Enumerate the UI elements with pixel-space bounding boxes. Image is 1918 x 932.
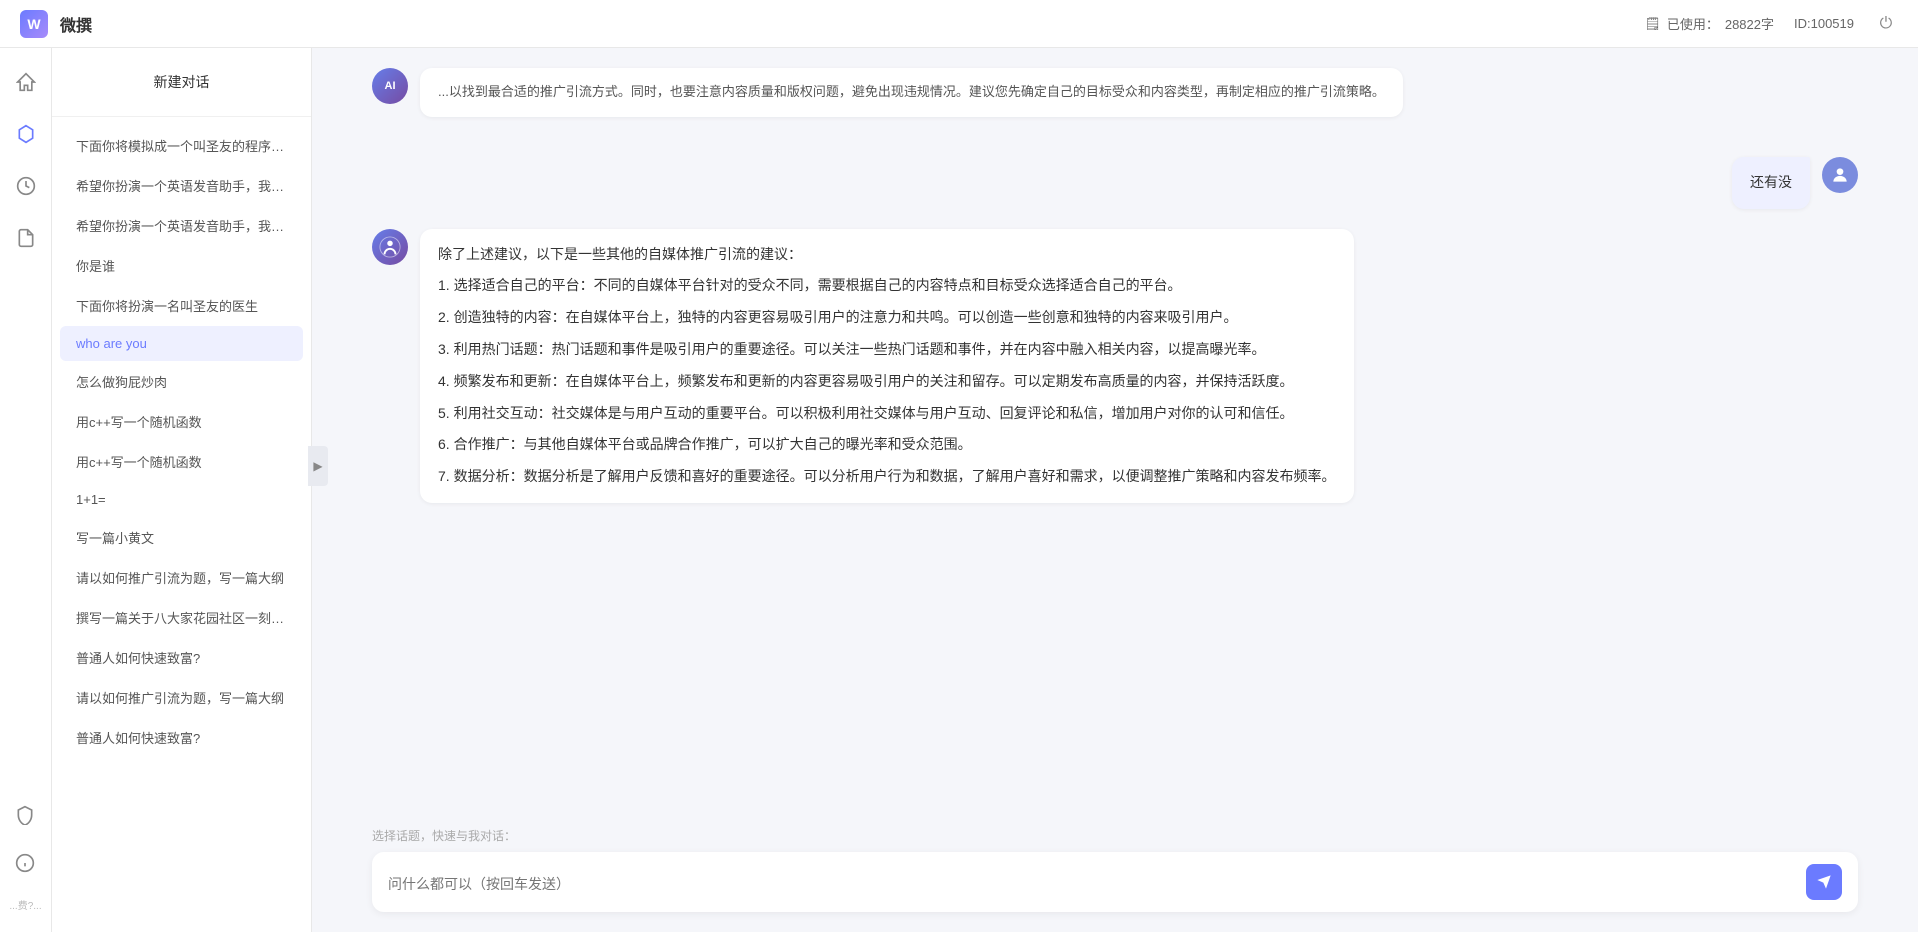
sidebar-icon-shield[interactable] [7, 797, 43, 833]
topbar-left: W 微撰 [20, 10, 92, 38]
ai-message-row-0: 除了上述建议，以下是一些其他的自媒体推广引流的建议： 1. 选择适合自己的平台：… [372, 229, 1858, 503]
chat-input-field[interactable] [388, 874, 1796, 890]
icon-sidebar-bottom: ...费?... [7, 797, 43, 916]
conv-item-10[interactable]: 写一篇小黄文 [60, 518, 303, 557]
conv-item-8[interactable]: 用c++写一个随机函数 [60, 442, 303, 481]
sidebar-icon-document[interactable] [8, 220, 44, 256]
conv-item-11[interactable]: 请以如何推广引流为题，写一篇大纲 [60, 558, 303, 597]
sidebar-footer-text: ...费?... [7, 893, 43, 916]
chat-area: AI ...以找到最合适的推广引流方式。同时，也要注意内容质量和版权问题，避免出… [312, 48, 1918, 932]
conv-item-1[interactable]: 希望你扮演一个英语发音助手，我提供给你... [60, 166, 303, 205]
conv-item-6[interactable]: 怎么做狗屁炒肉 [60, 362, 303, 401]
chat-input-area: 选择话题，快速与我对话： [312, 815, 1918, 932]
conv-item-12[interactable]: 撰写一篇关于八大家花园社区一刻钟便民生... [60, 598, 303, 637]
send-button[interactable] [1806, 864, 1842, 900]
ai-message-content-0: 除了上述建议，以下是一些其他的自媒体推广引流的建议： 1. 选择适合自己的平台：… [420, 229, 1354, 503]
app-logo: W [20, 10, 48, 38]
conversation-list: 下面你将模拟成一个叫圣友的程序员，我说... 希望你扮演一个英语发音助手，我提供… [52, 117, 311, 932]
new-conversation-button[interactable]: 新建对话 [68, 64, 295, 100]
ai-avatar-0 [372, 229, 408, 265]
conv-item-14[interactable]: 请以如何推广引流为题，写一篇大纲 [60, 678, 303, 717]
sidebar-icon-home[interactable] [8, 64, 44, 100]
conv-item-5[interactable]: who are you [60, 326, 303, 361]
ai-avatar-partial: AI [372, 68, 408, 104]
sidebar-collapse-button[interactable]: ▶ [308, 446, 328, 486]
conv-item-2[interactable]: 希望你扮演一个英语发音助手，我提供给你... [60, 206, 303, 245]
topbar: W 微撰 🗒 已使用： 28822字 ID:100519 ⏻ [0, 0, 1918, 48]
user-message-content-0: 还有没 [1732, 157, 1810, 209]
conv-item-15[interactable]: 普通人如何快速致富? [60, 718, 303, 757]
conv-item-3[interactable]: 你是谁 [60, 246, 303, 285]
logo-text: W [27, 16, 40, 32]
icon-sidebar: ...费?... [0, 48, 52, 932]
partial-message-content: ...以找到最合适的推广引流方式。同时，也要注意内容质量和版权问题，避免出现违规… [420, 68, 1403, 117]
user-avatar-0 [1822, 157, 1858, 193]
app-title: 微撰 [60, 12, 92, 36]
usage-icon: 🗒 [1644, 16, 1661, 32]
conv-item-9[interactable]: 1+1= [60, 482, 303, 517]
power-button[interactable]: ⏻ [1874, 12, 1898, 36]
conversation-sidebar: 新建对话 下面你将模拟成一个叫圣友的程序员，我说... 希望你扮演一个英语发音助… [52, 48, 312, 932]
conv-item-7[interactable]: 用c++写一个随机函数 [60, 402, 303, 441]
topbar-right: 🗒 已使用： 28822字 ID:100519 ⏻ [1644, 12, 1898, 36]
conv-item-13[interactable]: 普通人如何快速致富? [60, 638, 303, 677]
conv-item-4[interactable]: 下面你将扮演一名叫圣友的医生 [60, 286, 303, 325]
partial-message-row: AI ...以找到最合适的推广引流方式。同时，也要注意内容质量和版权问题，避免出… [372, 68, 1858, 137]
chat-messages: AI ...以找到最合适的推广引流方式。同时，也要注意内容质量和版权问题，避免出… [312, 48, 1918, 815]
usage-value: 28822字 [1725, 14, 1774, 33]
user-id: ID:100519 [1794, 16, 1854, 31]
quick-select-label: 选择话题，快速与我对话： [372, 827, 1858, 844]
chat-input-box [372, 852, 1858, 912]
usage-display: 🗒 已使用： 28822字 [1644, 14, 1774, 33]
usage-label: 已使用： [1667, 14, 1719, 33]
sidebar-icon-hexagon[interactable] [8, 116, 44, 152]
conv-sidebar-header: 新建对话 [52, 48, 311, 117]
sidebar-icon-info[interactable] [7, 845, 43, 881]
collapse-icon: ▶ [313, 459, 322, 473]
conv-item-0[interactable]: 下面你将模拟成一个叫圣友的程序员，我说... [60, 126, 303, 165]
main-layout: ...费?... 新建对话 下面你将模拟成一个叫圣友的程序员，我说... 希望你… [0, 48, 1918, 932]
user-message-row-0: 还有没 [372, 157, 1858, 209]
sidebar-icon-clock[interactable] [8, 168, 44, 204]
